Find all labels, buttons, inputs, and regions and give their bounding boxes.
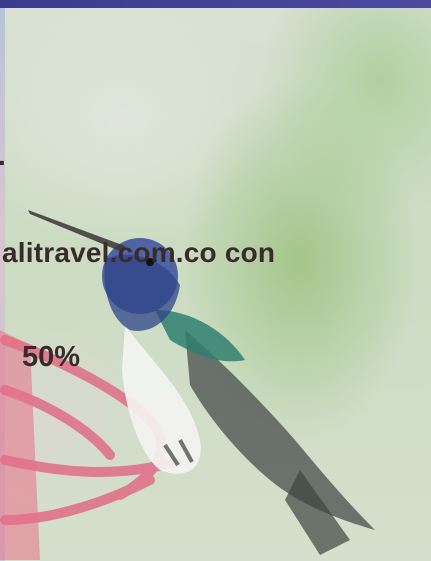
- ad-discount-text: 50%: [22, 341, 81, 373]
- hummingbird-image: [0, 210, 375, 560]
- ad-url-text: alitravel.com.co con: [2, 237, 276, 268]
- ad-dot-text: .: [0, 140, 6, 172]
